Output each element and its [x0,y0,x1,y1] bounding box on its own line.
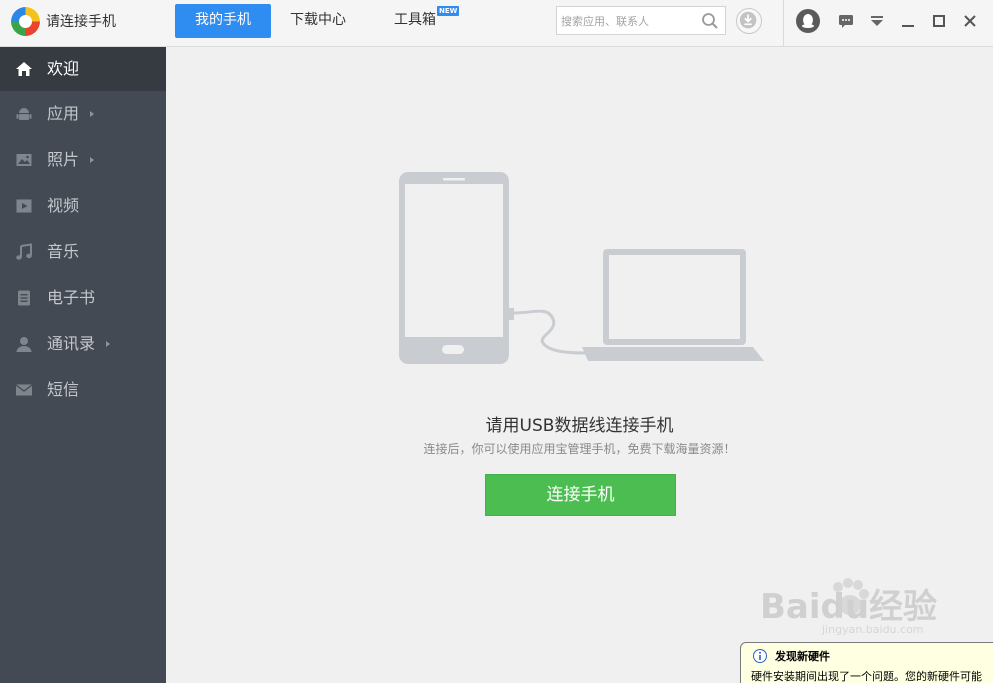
sidebar-item-photos[interactable]: 照片 [0,137,166,183]
search-icon[interactable] [701,12,719,30]
watermark-text: Baidu经验 [760,587,937,627]
maximize-icon[interactable] [926,8,952,34]
sidebar-item-label: 短信 [47,380,80,399]
android-icon [16,108,32,120]
watermark-url: jingyan.baidu.com [821,623,924,635]
sidebar-item-videos[interactable]: 视频 [0,183,166,229]
info-icon [753,649,767,663]
sidebar-item-label: 照片 [47,150,80,169]
video-icon [16,199,32,213]
sidebar-item-label: 电子书 [47,288,96,307]
qq-account-icon[interactable] [795,8,821,34]
connect-subtext: 连接后，你可以使用应用宝管理手机，免费下载海量资源！ [423,442,736,456]
message-icon[interactable] [833,8,859,34]
submenu-arrow-icon [90,111,94,117]
music-icon [16,243,32,260]
submenu-arrow-icon [90,157,94,163]
baidu-jingyan-watermark: Baidu经验 jingyan.baidu.com [760,578,937,635]
close-icon[interactable] [957,8,983,34]
minimize-icon[interactable] [895,8,921,34]
download-icon [739,11,757,29]
phone-to-laptop-illustration [399,172,764,364]
sidebar-item-label: 通讯录 [47,334,96,353]
search-input[interactable] [561,11,696,31]
download-manager-button[interactable] [736,8,762,34]
sidebar-item-label: 音乐 [47,242,80,261]
usb-cable [513,309,589,355]
home-icon [16,62,32,76]
sidebar: 欢迎 应用 照片 视频 音乐 电子书 通讯录 短信 [0,47,166,683]
search-box [556,6,726,35]
mail-icon [15,384,33,396]
tab-download-center[interactable]: 下载中心 [273,4,363,38]
sidebar-item-apps[interactable]: 应用 [0,91,166,137]
connect-headline: 请用USB数据线连接手机 [485,416,674,436]
image-icon [16,154,32,166]
sidebar-item-ebooks[interactable]: 电子书 [0,275,166,321]
tab-my-phone[interactable]: 我的手机 [175,4,271,38]
app-logo-icon [10,6,41,37]
sidebar-item-music[interactable]: 音乐 [0,229,166,275]
app-title: 请连接手机 [46,14,116,30]
notification-text: 硬件安装期间出现了一个问题。您的新硬件可能 [751,670,982,683]
title-bar: 请连接手机 我的手机 下载中心 工具箱 NEW [0,0,993,47]
sidebar-item-welcome[interactable]: 欢迎 [0,47,166,91]
sidebar-item-label: 应用 [47,104,80,123]
notification-title: 发现新硬件 [775,650,830,663]
menu-dropdown-icon[interactable] [864,8,890,34]
connect-phone-button[interactable]: 连接手机 [485,474,676,516]
sidebar-item-label: 欢迎 [47,59,80,78]
new-hardware-notification[interactable]: 发现新硬件 硬件安装期间出现了一个问题。您的新硬件可能 [740,642,993,683]
toolbar-divider [783,0,784,46]
new-badge: NEW [437,6,460,16]
sidebar-item-label: 视频 [47,196,80,215]
app-window: 请连接手机 我的手机 下载中心 工具箱 NEW 搜索应用、联系人 欢迎 应用 照… [0,0,993,683]
contact-icon [16,337,32,352]
sidebar-item-sms[interactable]: 短信 [0,367,166,413]
sidebar-item-contacts[interactable]: 通讯录 [0,321,166,367]
submenu-arrow-icon [106,341,110,347]
book-icon [18,290,30,306]
